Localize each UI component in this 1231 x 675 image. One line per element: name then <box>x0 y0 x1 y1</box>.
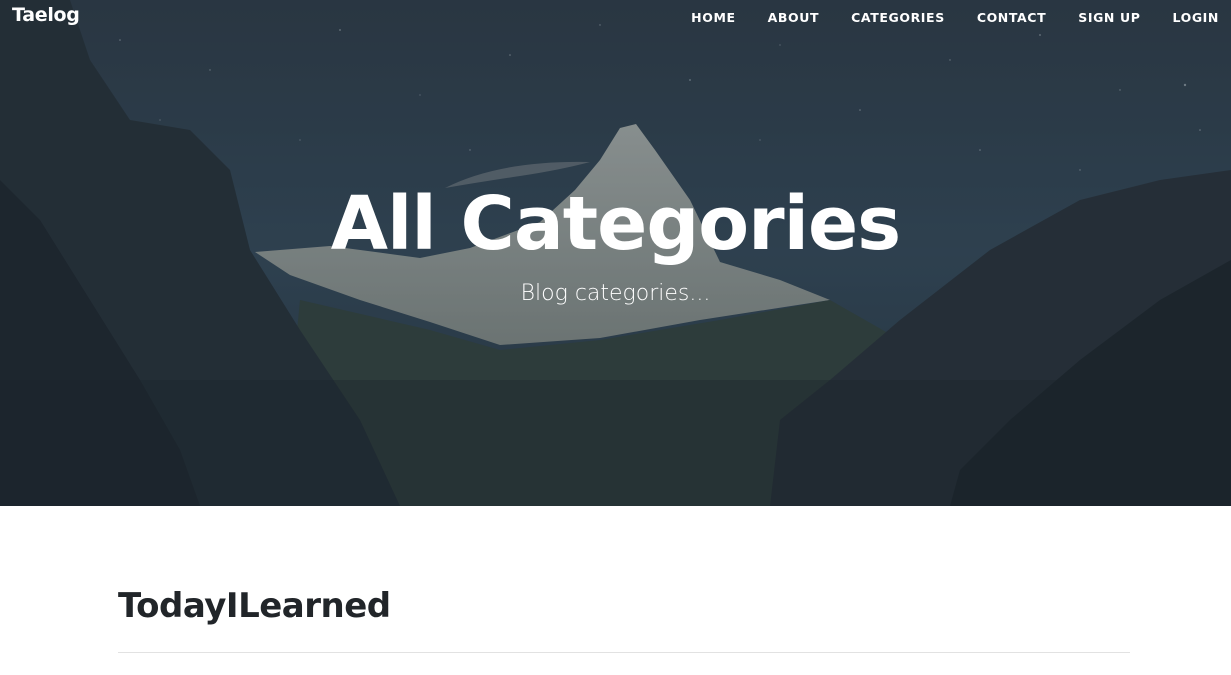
nav-item-home: HOME <box>691 7 735 26</box>
page-subtitle: Blog categories... <box>520 281 711 306</box>
nav-link-signup[interactable]: SIGN UP <box>1078 10 1140 25</box>
brand-logo-link[interactable]: Taelog <box>12 4 80 26</box>
nav-link-categories[interactable]: CATEGORIES <box>851 10 945 25</box>
nav-item-contact: CONTACT <box>977 7 1046 26</box>
nav-item-signup: SIGN UP <box>1078 7 1140 26</box>
nav-link-home[interactable]: HOME <box>691 10 735 25</box>
page: Taelog HOME ABOUT CATEGORIES CONTACT SIG… <box>0 0 1231 675</box>
category-heading-todayilearned[interactable]: TodayILearned <box>118 584 391 628</box>
page-title: All Categories <box>330 181 901 267</box>
nav-link-login[interactable]: LOGIN <box>1172 10 1219 25</box>
nav-item-login: LOGIN <box>1172 7 1219 26</box>
nav-item-about: ABOUT <box>768 7 820 26</box>
nav-link-about[interactable]: ABOUT <box>768 10 820 25</box>
main-nav: HOME ABOUT CATEGORIES CONTACT SIGN UP LO… <box>659 7 1219 26</box>
category-divider <box>118 652 1130 653</box>
nav-item-categories: CATEGORIES <box>851 7 945 26</box>
hero-header: Taelog HOME ABOUT CATEGORIES CONTACT SIG… <box>0 0 1231 506</box>
nav-link-contact[interactable]: CONTACT <box>977 10 1046 25</box>
